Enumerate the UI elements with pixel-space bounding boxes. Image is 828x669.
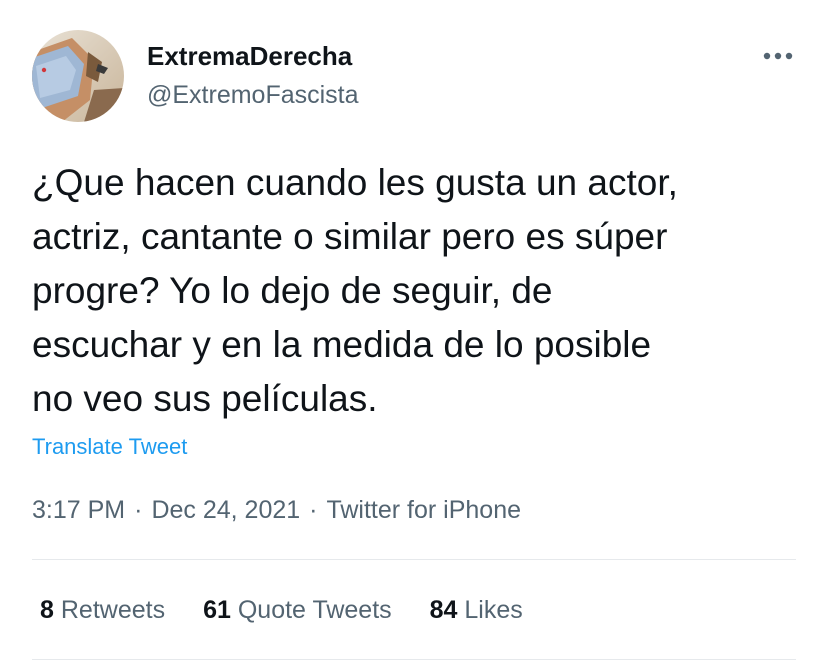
quote-tweets-stat[interactable]: 61 Quote Tweets [203,594,392,626]
avatar[interactable] [32,30,124,122]
tweet-date[interactable]: Dec 24, 2021 [151,496,300,524]
retweets-stat[interactable]: 8 Retweets [40,594,165,626]
retweets-label: Retweets [60,596,166,624]
tweet-text-line: escuchar y en la medida de lo posible [32,324,652,365]
tweet-text-line: actriz, cantante o similar pero es súper [32,216,668,257]
more-options-button[interactable] [756,42,800,70]
tweet-stats: 8 Retweets 61 Quote Tweets 84 Likes [40,594,561,626]
display-name[interactable]: ExtremaDerecha [147,40,352,72]
tweet-source-link[interactable]: Twitter for iPhone [326,496,521,524]
divider [32,559,796,560]
divider [32,659,796,660]
tweet-text-line: progre? Yo lo dejo de seguir, de [32,270,553,311]
quote-tweets-label: Quote Tweets [237,596,392,624]
likes-label: Likes [464,596,523,624]
profile-photo-avatar-icon [32,30,124,122]
more-options-dots-icon [763,52,793,60]
tweet-text-line: ¿Que hacen cuando les gusta un actor, [32,162,678,203]
user-handle[interactable]: @ExtremoFascista [147,79,359,111]
likes-count: 84 [429,596,458,624]
meta-separator: · [309,496,318,524]
quote-tweets-count: 61 [203,596,231,624]
meta-separator: · [134,496,143,524]
tweet-text-line: no veo sus películas. [32,378,378,419]
tweet-detail: ExtremaDerecha @ExtremoFascista ¿Que hac… [0,0,828,669]
likes-stat[interactable]: 84 Likes [430,594,523,626]
translate-tweet-link[interactable]: Translate Tweet [32,433,187,461]
tweet-timestamp: 3:17 PM · Dec 24, 2021 · Twitter for iPhone [32,494,521,526]
retweets-count: 8 [40,596,54,624]
tweet-time[interactable]: 3:17 PM [32,496,125,524]
tweet-text: ¿Que hacen cuando les gusta un actor, ac… [32,156,812,426]
